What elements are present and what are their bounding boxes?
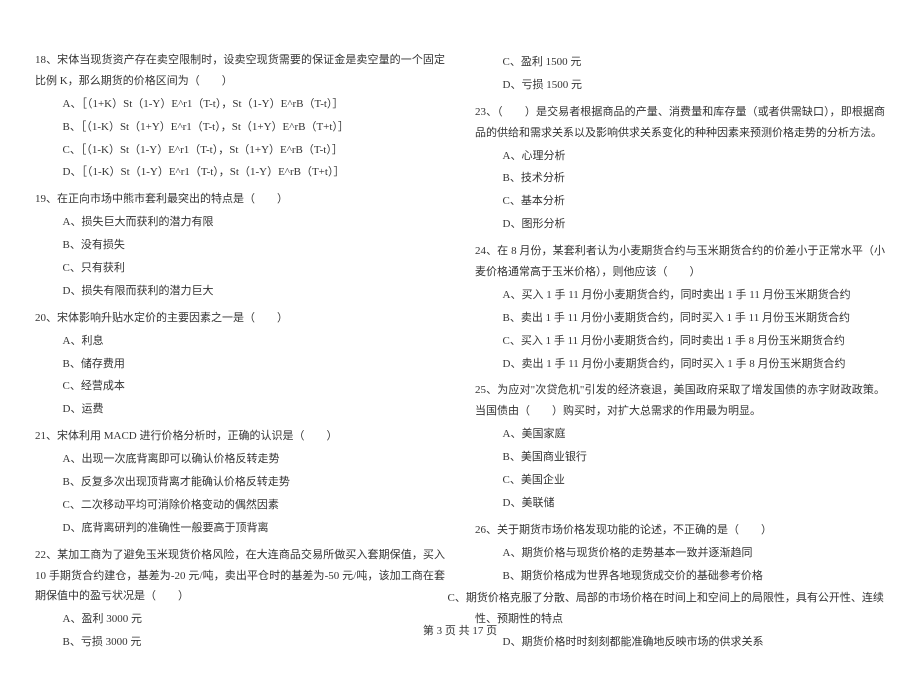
- option-d: D、［（1-K）St（1-Y）E^r1（T-t），St（1-Y）E^rB（T+t…: [63, 162, 446, 183]
- option-b: B、［（1-K）St（1+Y）E^r1（T-t），St（1+Y）E^rB（T+t…: [63, 117, 446, 138]
- page-footer: 第 3 页 共 17 页: [0, 622, 920, 638]
- question-options: A、损失巨大而获利的潜力有限 B、没有损失 C、只有获利 D、损失有限而获利的潜…: [35, 212, 445, 302]
- option-c: C、二次移动平均可消除价格变动的偶然因素: [63, 495, 446, 516]
- option-c: C、经营成本: [63, 376, 446, 397]
- question-text: 19、在正向市场中熊市套利最突出的特点是（ ）: [35, 189, 445, 210]
- question-19: 19、在正向市场中熊市套利最突出的特点是（ ） A、损失巨大而获利的潜力有限 B…: [35, 189, 445, 301]
- option-b: B、反复多次出现顶背离才能确认价格反转走势: [63, 472, 446, 493]
- option-d: D、亏损 1500 元: [503, 75, 886, 96]
- option-a: A、利息: [63, 331, 446, 352]
- option-a: A、损失巨大而获利的潜力有限: [63, 212, 446, 233]
- option-a: A、心理分析: [503, 146, 886, 167]
- question-22-continued: C、盈利 1500 元 D、亏损 1500 元: [475, 52, 885, 96]
- option-b: B、没有损失: [63, 235, 446, 256]
- question-text: 24、在 8 月份，某套利者认为小麦期货合约与玉米期货合约的价差小于正常水平（小…: [475, 241, 885, 283]
- question-options: A、［（1+K）St（1-Y）E^r1（T-t），St（1-Y）E^rB（T-t…: [35, 94, 445, 184]
- question-21: 21、宋体利用 MACD 进行价格分析时，正确的认识是（ ） A、出现一次底背离…: [35, 426, 445, 538]
- option-a: A、［（1+K）St（1-Y）E^r1（T-t），St（1-Y）E^rB（T-t…: [63, 94, 446, 115]
- option-c: C、买入 1 手 11 月份小麦期货合约，同时卖出 1 手 8 月份玉米期货合约: [503, 331, 886, 352]
- option-b: B、美国商业银行: [503, 447, 886, 468]
- option-d: D、美联储: [503, 493, 886, 514]
- question-24: 24、在 8 月份，某套利者认为小麦期货合约与玉米期货合约的价差小于正常水平（小…: [475, 241, 885, 374]
- question-18: 18、宋体当现货资产存在卖空限制时，设卖空现货需要的保证金是卖空量的一个固定比例…: [35, 50, 445, 183]
- option-c: C、基本分析: [503, 191, 886, 212]
- option-d: D、底背离研判的准确性一般要高于顶背离: [63, 518, 446, 539]
- option-b: B、卖出 1 手 11 月份小麦期货合约，同时买入 1 手 11 月份玉米期货合…: [503, 308, 886, 329]
- option-d: D、卖出 1 手 11 月份小麦期货合约，同时买入 1 手 8 月份玉米期货合约: [503, 354, 886, 375]
- question-23: 23、（ ）是交易者根据商品的产量、消费量和库存量（或者供需缺口），即根据商品的…: [475, 102, 885, 235]
- question-text: 21、宋体利用 MACD 进行价格分析时，正确的认识是（ ）: [35, 426, 445, 447]
- question-25: 25、为应对"次贷危机"引发的经济衰退，美国政府采取了增发国债的赤字财政政策。当…: [475, 380, 885, 513]
- option-b: B、储存费用: [63, 354, 446, 375]
- option-d: D、图形分析: [503, 214, 886, 235]
- question-20: 20、宋体影响升贴水定价的主要因素之一是（ ） A、利息 B、储存费用 C、经营…: [35, 308, 445, 420]
- option-b: B、技术分析: [503, 168, 886, 189]
- option-a: A、买入 1 手 11 月份小麦期货合约，同时卖出 1 手 11 月份玉米期货合…: [503, 285, 886, 306]
- option-a: A、出现一次底背离即可以确认价格反转走势: [63, 449, 446, 470]
- question-options: A、出现一次底背离即可以确认价格反转走势 B、反复多次出现顶背离才能确认价格反转…: [35, 449, 445, 539]
- question-text: 18、宋体当现货资产存在卖空限制时，设卖空现货需要的保证金是卖空量的一个固定比例…: [35, 50, 445, 92]
- option-d: D、运费: [63, 399, 446, 420]
- question-text: 22、某加工商为了避免玉米现货价格风险，在大连商品交易所做买入套期保值，买入 1…: [35, 545, 445, 608]
- question-text: 23、（ ）是交易者根据商品的产量、消费量和库存量（或者供需缺口），即根据商品的…: [475, 102, 885, 144]
- question-options: A、心理分析 B、技术分析 C、基本分析 D、图形分析: [475, 146, 885, 236]
- question-options: A、美国家庭 B、美国商业银行 C、美国企业 D、美联储: [475, 424, 885, 514]
- option-c: C、只有获利: [63, 258, 446, 279]
- option-c: C、美国企业: [503, 470, 886, 491]
- option-d: D、损失有限而获利的潜力巨大: [63, 281, 446, 302]
- question-options: A、买入 1 手 11 月份小麦期货合约，同时卖出 1 手 11 月份玉米期货合…: [475, 285, 885, 375]
- left-column: 18、宋体当现货资产存在卖空限制时，设卖空现货需要的保证金是卖空量的一个固定比例…: [35, 50, 445, 659]
- question-text: 25、为应对"次贷危机"引发的经济衰退，美国政府采取了增发国债的赤字财政政策。当…: [475, 380, 885, 422]
- question-text: 20、宋体影响升贴水定价的主要因素之一是（ ）: [35, 308, 445, 329]
- option-a: A、期货价格与现货价格的走势基本一致并逐渐趋同: [503, 543, 886, 564]
- question-options: C、盈利 1500 元 D、亏损 1500 元: [475, 52, 885, 96]
- document-page: 18、宋体当现货资产存在卖空限制时，设卖空现货需要的保证金是卖空量的一个固定比例…: [0, 0, 920, 689]
- question-options: A、利息 B、储存费用 C、经营成本 D、运费: [35, 331, 445, 421]
- option-a: A、美国家庭: [503, 424, 886, 445]
- option-c: C、盈利 1500 元: [503, 52, 886, 73]
- option-b: B、期货价格成为世界各地现货成交价的基础参考价格: [503, 566, 886, 587]
- option-c: C、［（1-K）St（1-Y）E^r1（T-t），St（1+Y）E^rB（T-t…: [63, 140, 446, 161]
- question-text: 26、关于期货市场价格发现功能的论述，不正确的是（ ）: [475, 520, 885, 541]
- right-column: C、盈利 1500 元 D、亏损 1500 元 23、（ ）是交易者根据商品的产…: [475, 50, 885, 659]
